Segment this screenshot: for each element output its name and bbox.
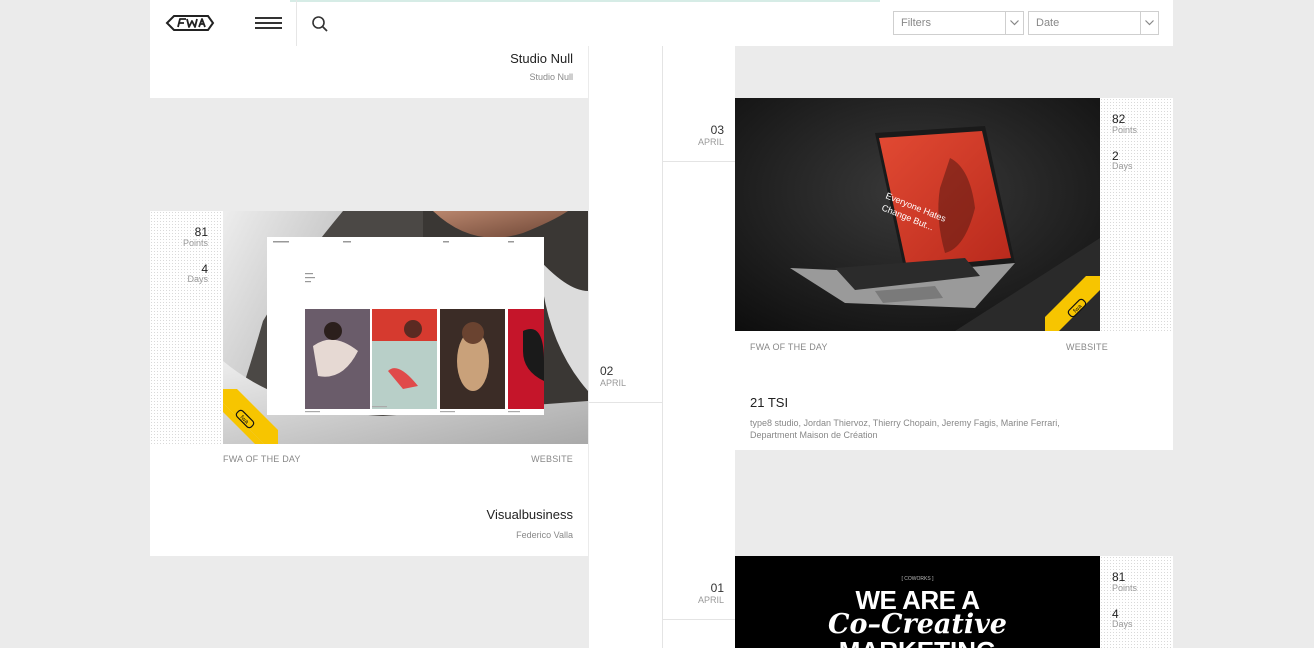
points-label: Points [1112, 125, 1138, 135]
category-label: WEBSITE [1066, 342, 1108, 352]
date-day: 03 [710, 123, 724, 137]
score-panel: 81 Points 4 Days [1100, 556, 1173, 648]
entry-thumbnail-cocreative[interactable]: [ COWORKS ] WE ARE A Co–Creative MARKETI… [735, 556, 1100, 648]
chevron-down-icon [1140, 12, 1158, 34]
fwa-badge-icon: fwa [1045, 276, 1100, 331]
date-dropdown[interactable]: Date [1028, 11, 1159, 35]
timeline-column-left [589, 46, 662, 648]
hero-small-text: [ COWORKS ] [901, 576, 934, 582]
timeline-separator [663, 619, 735, 620]
date-label: Date [1036, 17, 1060, 29]
points-label: Points [182, 238, 208, 248]
points-value: 82 [1112, 112, 1126, 126]
fwa-badge-icon: fwa [223, 389, 278, 444]
score-panel: 81 Points 4 Days [150, 211, 223, 444]
entry-title[interactable]: Studio Null [510, 51, 573, 66]
date-month: APRIL [600, 378, 627, 388]
hamburger-menu-icon[interactable] [255, 17, 282, 29]
points-value: 81 [194, 225, 208, 239]
filters-label: Filters [901, 17, 931, 29]
header-divider [296, 0, 297, 46]
days-label: Days [1112, 161, 1133, 171]
days-label: Days [187, 274, 208, 284]
date-day: 02 [600, 364, 614, 378]
entry-credit-line1: type8 studio, Jordan Thiervoz, Thierry C… [750, 418, 1060, 428]
entry-thumbnail-21tsi[interactable]: Everyone Hates Change But... fwa [735, 98, 1100, 331]
fwa-logo[interactable] [164, 12, 216, 34]
points-label: Points [1112, 583, 1138, 593]
filters-dropdown[interactable]: Filters [893, 11, 1024, 35]
entry-thumbnail-visualbusiness[interactable]: fwa [223, 211, 588, 444]
entry-credit: Federico Valla [516, 530, 573, 540]
entry-card-21tsi[interactable]: FWA OF THE DAY WEBSITE 21 TSI type8 stud… [735, 331, 1173, 450]
top-accent-line [290, 0, 880, 2]
search-icon[interactable] [311, 15, 329, 33]
entry-credit: Studio Null [529, 72, 573, 82]
date-day: 01 [710, 581, 724, 595]
award-label: FWA OF THE DAY [223, 454, 301, 464]
timeline-separator [589, 402, 662, 403]
hero-line-3: MARKETING [735, 636, 1100, 648]
date-month: APRIL [697, 595, 724, 605]
score-panel: 82 Points 2 Days [1100, 98, 1173, 331]
points-value: 81 [1112, 570, 1126, 584]
timeline-date-01: 01 APRIL [663, 581, 724, 605]
entry-title[interactable]: 21 TSI [750, 395, 788, 410]
category-label: WEBSITE [531, 454, 573, 464]
entry-credit-line2: Department Maison de Création [750, 430, 878, 440]
date-month: APRIL [697, 137, 724, 147]
days-label: Days [1112, 619, 1133, 629]
chevron-down-icon [1005, 12, 1023, 34]
timeline-separator [663, 161, 735, 162]
timeline-date-02: 02 APRIL [600, 364, 660, 388]
entry-card-visualbusiness[interactable]: FWA OF THE DAY WEBSITE Visualbusiness Fe… [150, 444, 588, 556]
timeline-date-03: 03 APRIL [663, 123, 724, 147]
award-label: FWA OF THE DAY [750, 342, 828, 352]
entry-title[interactable]: Visualbusiness [487, 507, 573, 522]
entry-card-studio-null[interactable]: Studio Null Studio Null [150, 46, 588, 98]
